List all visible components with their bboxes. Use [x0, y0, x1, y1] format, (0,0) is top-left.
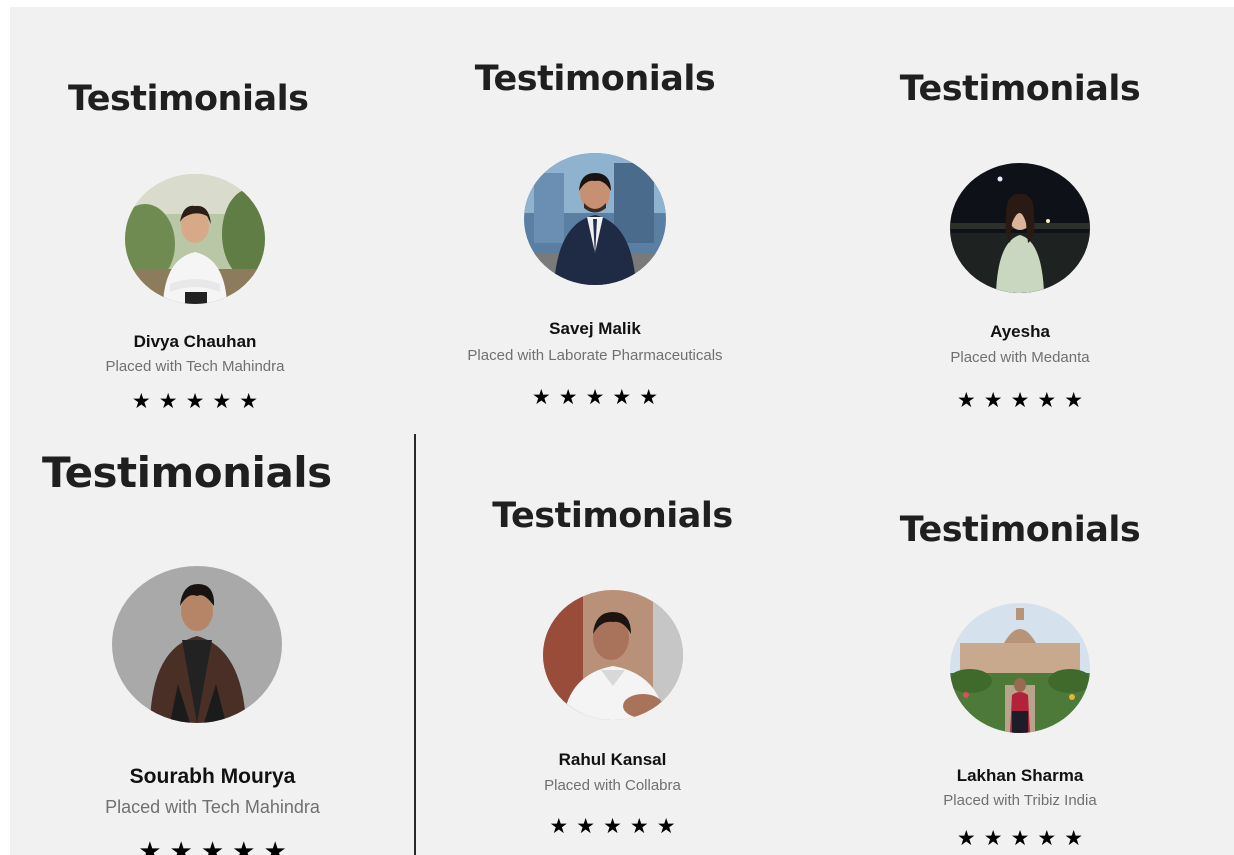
- testimonials-heading: Testimonials: [474, 59, 716, 99]
- testimonial-card-sourabh: Testimonials Sourabh Mourya Placed with …: [40, 447, 385, 855]
- person-name: Ayesha: [990, 322, 1050, 341]
- person-name: Sourabh Mourya: [129, 765, 296, 788]
- testimonial-card-lakhan: Testimonials Lakhan Sharma Placed with T…: [870, 508, 1170, 855]
- company-text: Placed with Tribiz India: [943, 792, 1097, 809]
- testimonials-heading: Testimonials: [899, 69, 1141, 109]
- rating-stars: ★★★★★: [531, 386, 667, 409]
- testimonial-card-ayesha: Testimonials Ayesha Placed with Medanta …: [870, 67, 1170, 417]
- rating-stars: ★★★★★: [131, 390, 267, 413]
- company-text: Placed with Collabra: [544, 777, 681, 794]
- rating-stars: ★★★★★: [138, 836, 295, 855]
- avatar: [950, 163, 1090, 293]
- rating-stars: ★★★★★: [956, 389, 1092, 412]
- company-text: Placed with Tech Mahindra: [105, 358, 285, 375]
- person-name: Savej Malik: [549, 319, 641, 338]
- testimonial-card-savej: Testimonials Savej Malik Placed with Lab…: [430, 57, 760, 412]
- avatar: [524, 153, 666, 285]
- company-text: Placed with Tech Mahindra: [105, 797, 320, 817]
- testimonial-card-rahul: Testimonials Rahul Kansal Placed with Co…: [470, 494, 755, 855]
- vertical-divider: [414, 434, 416, 855]
- testimonials-heading: Testimonials: [68, 79, 309, 119]
- avatar: [543, 590, 683, 720]
- person-name: Lakhan Sharma: [956, 766, 1084, 785]
- company-text: Placed with Medanta: [950, 349, 1090, 366]
- rating-stars: ★★★★★: [549, 815, 684, 838]
- rating-stars: ★★★★★: [956, 827, 1092, 850]
- person-name: Rahul Kansal: [558, 750, 667, 769]
- testimonials-heading: Testimonials: [42, 448, 332, 497]
- testimonials-collage: Testimonials Divya Chauhan Placed with T…: [10, 7, 1234, 855]
- company-text: Placed with Laborate Pharmaceuticals: [467, 347, 723, 364]
- testimonials-heading: Testimonials: [899, 510, 1141, 550]
- person-name: Divya Chauhan: [133, 332, 257, 351]
- testimonials-heading: Testimonials: [492, 496, 733, 536]
- testimonial-card-divya: Testimonials Divya Chauhan Placed with T…: [60, 77, 330, 422]
- avatar: [125, 174, 265, 304]
- avatar: [112, 566, 282, 723]
- avatar: [950, 603, 1090, 733]
